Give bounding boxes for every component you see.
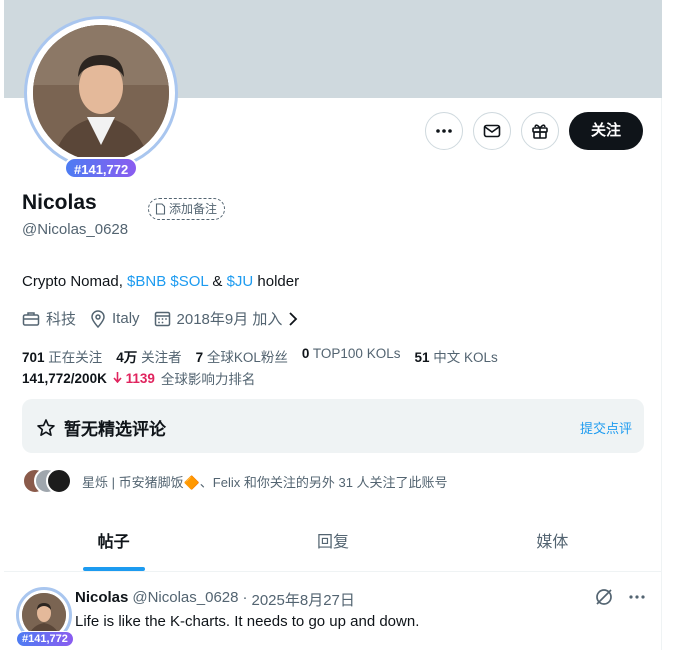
rank-value: 141,772/200K [22,370,107,386]
kol-followers-label: 全球KOL粉丝 [206,350,288,365]
kol-followers-stat[interactable]: 7 全球KOL粉丝 [196,346,288,366]
post-text: Life is like the K-charts. It needs to g… [75,613,420,630]
kol-followers-count: 7 [195,350,204,365]
following-label: 正在关注 [48,350,103,365]
cn-kols-count: 51 [414,350,430,365]
profile-bio: Crypto Nomad, $BNB $SOL & $JU holder [22,273,299,290]
location-pin-icon [91,309,105,328]
category-label: 科技 [46,311,77,328]
bio-suffix: holder [253,273,300,290]
featured-reviews: 暂无精选评论 提交点评 [22,399,644,453]
tab-posts[interactable]: 帖子 [4,520,223,571]
rank-change: 1139 [113,371,155,386]
top100-count: 0 [301,346,310,361]
follower-avatar [46,468,72,494]
cashtag-ju[interactable]: $JU [227,273,254,290]
calendar-icon [154,311,170,327]
arrow-down-icon [113,371,122,383]
post-date[interactable]: 2025年8月27日 [251,589,354,610]
top100-label: TOP100 KOLs [312,346,401,361]
mail-icon [483,124,501,138]
followed-by-text: 星烁 | 币安猪脚饭🔶、Felix 和你关注的另外 31 人关注了此账号 [82,474,448,490]
post-author-name[interactable]: Nicolas [75,589,128,610]
post-actions [594,587,646,607]
cashtag-bnb[interactable]: $BNB [127,273,166,290]
followers-count: 4万 [116,350,138,365]
cashtag-sol[interactable]: $SOL [170,273,208,290]
profile-page: #141,772 关注 Nicolas 添加备注 @Nicolas_0628 C… [4,0,662,650]
bio-prefix: Crypto Nomad, [22,273,128,290]
followers-stat[interactable]: 4万 关注者 [116,346,181,366]
tab-replies[interactable]: 回复 [223,520,442,571]
note-icon [155,203,166,215]
cn-kols-stat[interactable]: 51 中文 KOLs [414,346,497,366]
add-note-label: 添加备注 [169,202,218,216]
follower-avatars [22,468,72,494]
post-header: Nicolas @Nicolas_0628 · 2025年8月27日 [75,589,355,610]
joined-label: 2018年9月 加入 [176,311,283,328]
star-icon [37,418,55,436]
more-button[interactable] [424,112,463,150]
more-icon[interactable] [628,588,646,606]
follow-button[interactable]: 关注 [568,112,643,150]
subscribe-button[interactable] [520,112,559,150]
gift-icon [532,124,548,139]
profile-handle: @Nicolas_0628 [22,221,129,238]
profile-meta: 科技 Italy 2018年9月 加入 [22,308,298,329]
influence-rank[interactable]: 141,772/200K 1139 全球影响力排名 [22,368,255,388]
chevron-right-icon [289,311,298,326]
meta-category: 科技 [22,308,76,329]
post-item[interactable]: #141,772 Nicolas @Nicolas_0628 · 2025年8月… [4,573,662,650]
featured-title-text: 暂无精选评论 [64,420,166,439]
message-button[interactable] [472,112,511,150]
more-icon [436,129,452,133]
avatar-photo [33,25,169,161]
followed-by[interactable]: 星烁 | 币安猪脚饭🔶、Felix 和你关注的另外 31 人关注了此账号 [22,468,448,494]
profile-actions: 关注 [424,112,643,150]
bio-amp: & [208,273,227,290]
meta-joined[interactable]: 2018年9月 加入 [154,308,299,329]
add-note-button[interactable]: 添加备注 [148,198,226,220]
rank-change-value: 1139 [125,370,155,386]
cn-kols-label: 中文 KOLs [433,350,498,365]
submit-review-link[interactable]: 提交点评 [580,418,632,437]
profile-name: Nicolas [22,191,97,214]
following-stat[interactable]: 701 正在关注 [22,346,102,366]
top100-stat[interactable]: 0 TOP100 KOLs [302,346,401,366]
profile-avatar[interactable] [24,16,178,170]
followers-label: 关注者 [141,350,182,365]
following-count: 701 [22,350,45,365]
post-rank-badge[interactable]: #141,772 [16,631,74,647]
meta-location: Italy [90,309,140,328]
location-label: Italy [112,310,140,327]
tab-media[interactable]: 媒体 [443,520,662,571]
grok-icon[interactable] [594,587,614,607]
profile-stats: 701 正在关注 4万 关注者 7 全球KOL粉丝 0 TOP100 KOLs … [22,346,498,366]
post-separator: · [242,589,248,606]
briefcase-icon [22,311,40,326]
rank-label: 全球影响力排名 [160,372,256,387]
profile-tabs: 帖子 回复 媒体 [4,520,662,572]
rank-badge[interactable]: #141,772 [64,157,139,179]
post-author-handle[interactable]: @Nicolas_0628 [132,589,238,610]
featured-title: 暂无精选评论 [36,415,166,440]
